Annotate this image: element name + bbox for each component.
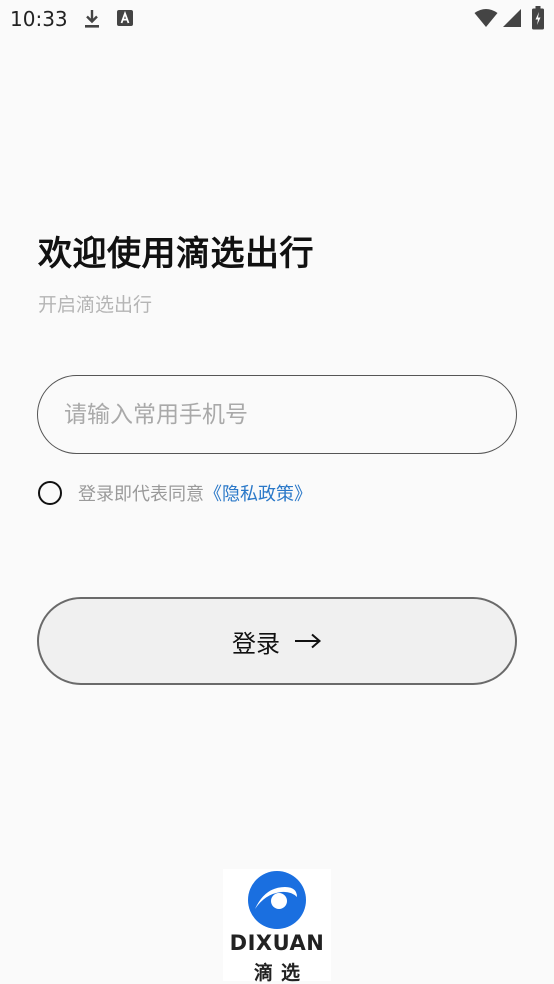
- phone-input[interactable]: [37, 375, 517, 454]
- agreement-radio[interactable]: [38, 481, 62, 505]
- agreement-text: 登录即代表同意: [78, 484, 204, 505]
- privacy-policy-link[interactable]: 《隐私政策》: [204, 480, 312, 506]
- page-title: 欢迎使用滴选出行: [38, 234, 314, 274]
- logo-subtext: 滴选: [253, 962, 308, 984]
- wifi-icon: [474, 9, 498, 27]
- signal-icon: [503, 9, 521, 27]
- page-subtitle: 开启滴选出行: [38, 294, 153, 316]
- battery-icon: [532, 6, 544, 30]
- login-label: 登录: [232, 629, 280, 658]
- arrow-right-icon: [295, 633, 322, 649]
- agreement-row: 登录即代表同意 《隐私政策》: [38, 480, 312, 506]
- status-bar: 10:33: [0, 0, 554, 38]
- app-logo: DIXUAN 滴选: [223, 869, 331, 984]
- download-icon: [85, 10, 99, 28]
- login-button[interactable]: 登录: [37, 597, 517, 685]
- status-time: 10:33: [10, 7, 68, 31]
- a-icon: [117, 10, 133, 26]
- logo-text: DIXUAN: [229, 931, 325, 955]
- logo-mark-icon: [248, 871, 306, 929]
- login-screen: 10:33 欢迎使用滴选出行 开启滴选出行 登录即代表同意 《隐私政策》 登录: [0, 0, 554, 984]
